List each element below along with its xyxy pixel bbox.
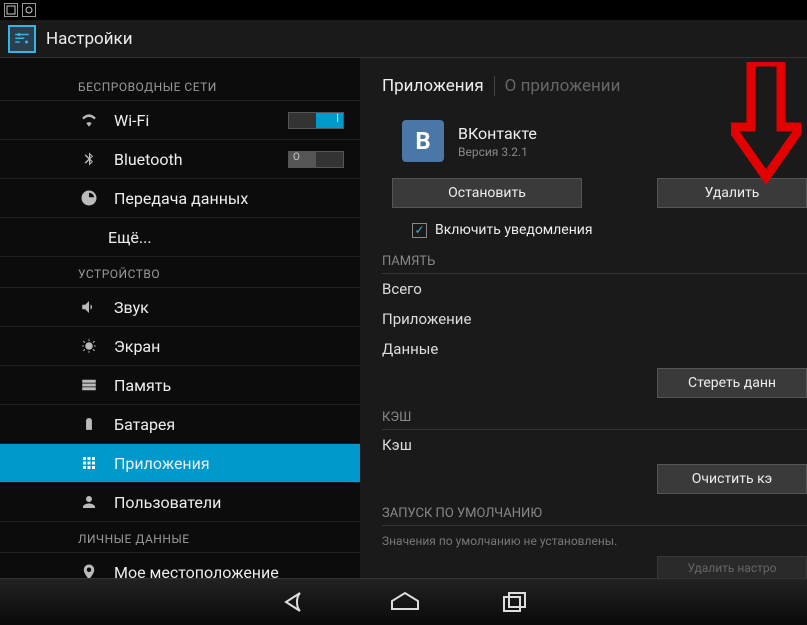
section-cache: КЭШ xyxy=(382,402,807,430)
category-wireless: БЕСПРОВОДНЫЕ СЕТИ xyxy=(0,70,360,101)
category-personal: ЛИЧНЫЕ ДАННЫЕ xyxy=(0,522,360,553)
page-title: Настройки xyxy=(46,29,133,49)
apps-label: Приложения xyxy=(114,454,210,473)
cache-row: Кэш xyxy=(382,430,807,460)
storage-icon xyxy=(78,376,100,394)
title-bar: Настройки xyxy=(0,20,807,58)
sidebar-item-apps[interactable]: Приложения xyxy=(0,444,360,483)
users-label: Пользователи xyxy=(114,493,221,512)
users-icon xyxy=(78,493,100,511)
clear-defaults-button: Удалить настро умолчани xyxy=(657,556,807,578)
status-icon-2 xyxy=(22,3,36,17)
sidebar-item-data-usage[interactable]: Передача данных xyxy=(0,179,360,218)
more-label: Ещё... xyxy=(108,228,152,247)
bluetooth-icon xyxy=(78,150,100,168)
location-label: Мое местоположение xyxy=(114,563,279,579)
status-bar xyxy=(0,0,807,20)
display-label: Экран xyxy=(114,337,160,356)
notifications-row[interactable]: ✓ Включить уведомления xyxy=(382,214,807,246)
force-stop-button[interactable]: Остановить xyxy=(392,178,582,208)
battery-label: Батарея xyxy=(114,415,175,434)
wifi-label: Wi-Fi xyxy=(114,111,149,130)
bluetooth-toggle[interactable] xyxy=(288,151,344,168)
sidebar-item-more[interactable]: Ещё... xyxy=(0,218,360,257)
apps-icon xyxy=(78,454,100,472)
data-usage-label: Передача данных xyxy=(114,189,248,208)
wifi-icon xyxy=(78,111,100,129)
sidebar-item-battery[interactable]: Батарея xyxy=(0,405,360,444)
notifications-checkbox[interactable]: ✓ xyxy=(412,223,427,238)
category-device: УСТРОЙСТВО xyxy=(0,257,360,288)
breadcrumb-about: О приложении xyxy=(494,76,621,96)
app-icon: B xyxy=(402,120,444,162)
clear-cache-button[interactable]: Очистить кэ xyxy=(657,464,807,494)
sidebar-item-wifi[interactable]: Wi-Fi xyxy=(0,101,360,140)
navigation-bar xyxy=(0,578,807,625)
wifi-toggle[interactable] xyxy=(288,112,344,129)
status-icon-1 xyxy=(4,3,18,17)
section-memory: ПАМЯТЬ xyxy=(382,246,807,274)
sidebar-item-sound[interactable]: Звук xyxy=(0,288,360,327)
sidebar-item-storage[interactable]: Память xyxy=(0,366,360,405)
storage-label: Память xyxy=(114,376,171,395)
sound-icon xyxy=(78,298,100,316)
display-icon xyxy=(78,337,100,355)
launch-note: Значения по умолчанию не установлены. xyxy=(382,526,807,552)
data-usage-icon xyxy=(78,189,100,207)
main-area: БЕСПРОВОДНЫЕ СЕТИ Wi-Fi Bluetooth Переда… xyxy=(0,58,807,578)
breadcrumb-apps[interactable]: Приложения xyxy=(382,76,484,96)
clear-data-button[interactable]: Стереть данн xyxy=(657,368,807,398)
memory-total-row: Всего xyxy=(382,274,807,304)
app-version: Версия 3.2.1 xyxy=(458,145,537,159)
memory-app-row: Приложение xyxy=(382,304,807,334)
sound-label: Звук xyxy=(114,298,149,317)
app-name: ВКонтакте xyxy=(458,124,537,143)
sidebar-item-display[interactable]: Экран xyxy=(0,327,360,366)
location-icon xyxy=(78,563,100,578)
annotation-arrow xyxy=(731,62,801,192)
back-button[interactable] xyxy=(280,591,308,613)
memory-data-row: Данные xyxy=(382,334,807,364)
sidebar-item-users[interactable]: Пользователи xyxy=(0,483,360,522)
notifications-label: Включить уведомления xyxy=(435,222,593,238)
sidebar-item-bluetooth[interactable]: Bluetooth xyxy=(0,140,360,179)
sidebar-item-location[interactable]: Мое местоположение xyxy=(0,553,360,578)
battery-icon xyxy=(78,415,100,433)
settings-sidebar: БЕСПРОВОДНЫЕ СЕТИ Wi-Fi Bluetooth Переда… xyxy=(0,58,360,578)
home-button[interactable] xyxy=(388,591,422,613)
section-launch-default: ЗАПУСК ПО УМОЛЧАНИЮ xyxy=(382,498,807,526)
recent-apps-button[interactable] xyxy=(502,591,528,613)
bluetooth-label: Bluetooth xyxy=(114,150,183,169)
settings-icon xyxy=(8,25,36,53)
